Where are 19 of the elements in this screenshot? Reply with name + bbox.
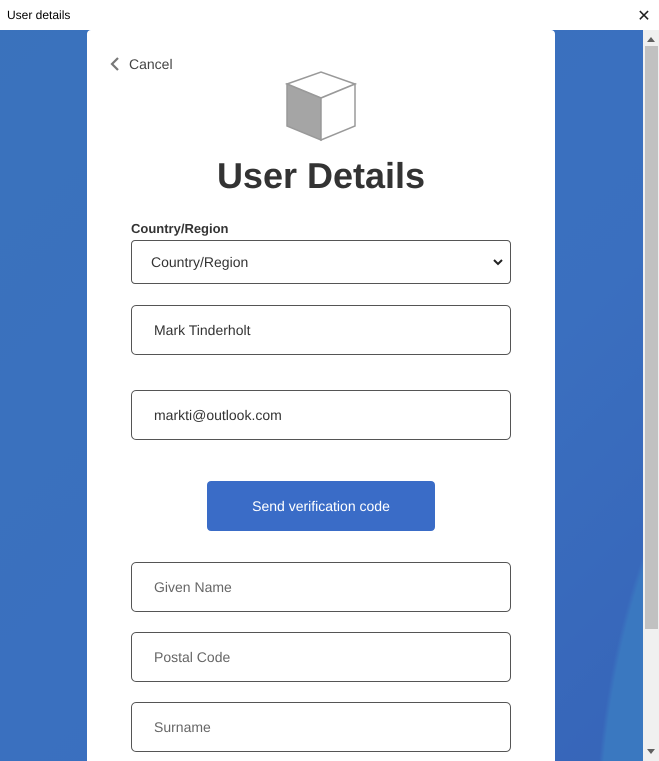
text-field[interactable]: Given Name — [131, 562, 511, 612]
text-field[interactable]: Surname — [131, 702, 511, 752]
chevron-down-icon — [493, 258, 503, 266]
scroll-down-icon[interactable] — [647, 749, 655, 755]
chevron-left-icon — [110, 56, 120, 72]
page-heading: User Details — [216, 154, 426, 198]
close-button[interactable]: ✕ — [629, 0, 659, 30]
text-field[interactable]: Mark Tinderholt — [131, 305, 511, 355]
text-field[interactable]: Postal Code — [131, 632, 511, 682]
text-field[interactable]: markti@outlook.com — [131, 390, 511, 440]
scrollbar[interactable] — [643, 30, 659, 761]
scroll-up-icon[interactable] — [647, 36, 655, 42]
send-code-button[interactable]: Send verification code — [207, 481, 435, 531]
country-dropdown[interactable]: Country/Region — [131, 240, 511, 284]
field-label: Country/Region — [131, 221, 230, 238]
window-title: User details — [7, 8, 70, 22]
cube-icon — [285, 70, 357, 142]
scroll-thumb[interactable] — [644, 46, 658, 629]
cancel-link[interactable]: Cancel — [110, 54, 173, 74]
